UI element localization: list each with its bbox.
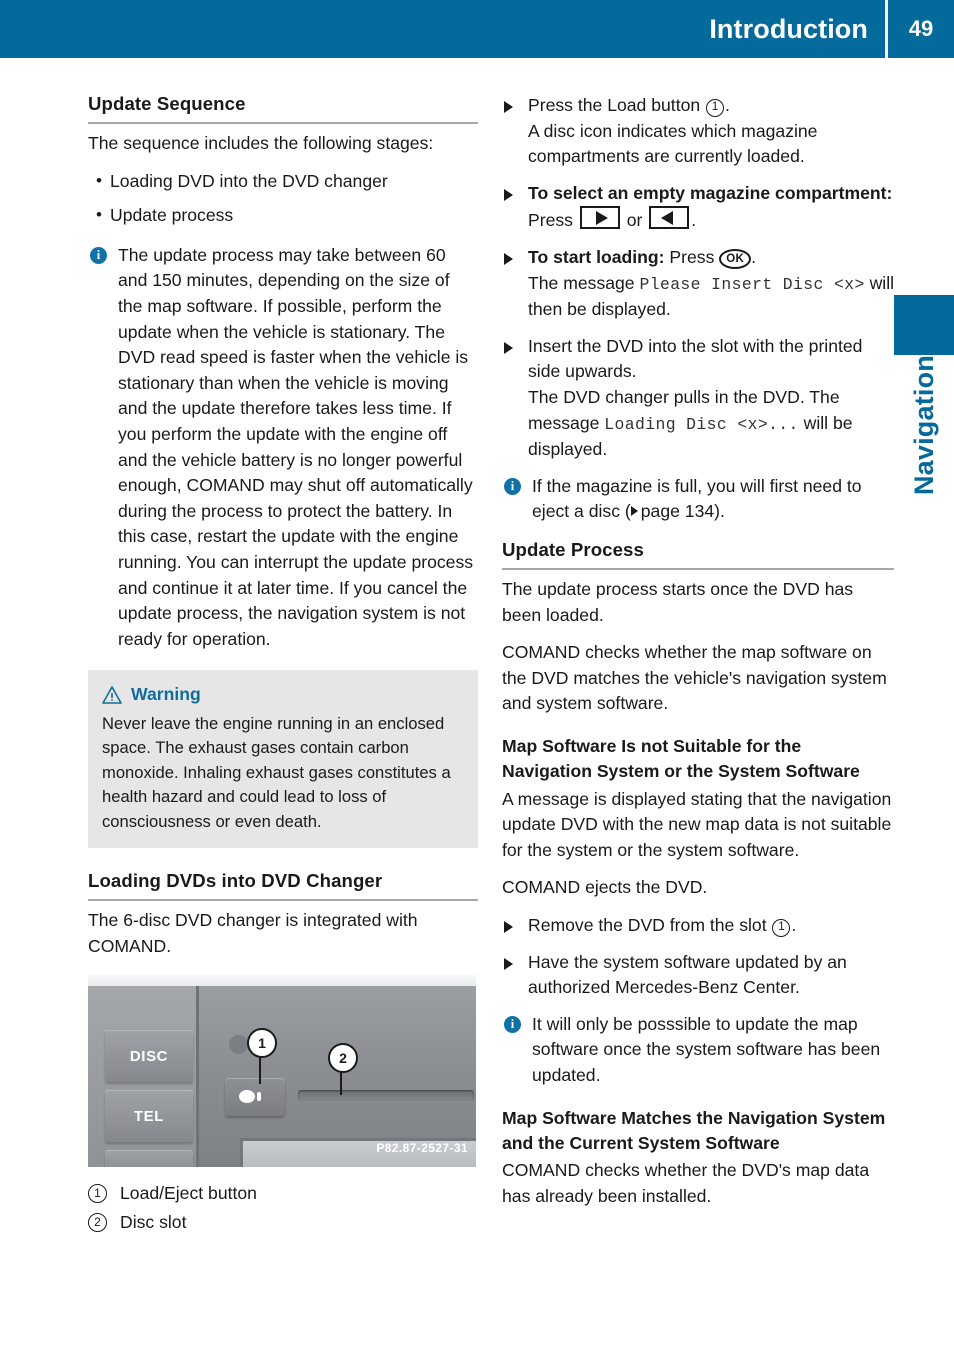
- page-number: 49: [908, 16, 934, 41]
- step-text: Have the system software updated by an a…: [528, 951, 847, 998]
- step-arrow-icon: [504, 188, 513, 201]
- step-text: Insert the DVD into the slot with the pr…: [528, 335, 863, 382]
- list-item: Loading DVD into the DVD changer: [88, 168, 478, 195]
- legend-label: Load/Eject button: [120, 1183, 257, 1204]
- step-bold-label: To start loading:: [528, 246, 665, 267]
- legend-item: 1 Load/Eject button: [88, 1180, 478, 1206]
- callout-ref-1: 1: [772, 919, 791, 938]
- step-insert-dvd: Insert the DVD into the slot with the pr…: [502, 334, 894, 463]
- ok-key-icon: OK: [719, 248, 752, 269]
- list-item: Update process: [88, 202, 478, 229]
- page-reference: page 134: [640, 501, 715, 522]
- chapter-thumb-tab: [894, 295, 954, 355]
- update-process-paragraph-1: The update process starts once the DVD h…: [502, 578, 854, 625]
- warning-title: Warning: [131, 684, 201, 705]
- info-icon: i: [90, 246, 107, 264]
- step-lead: Press the Load button: [528, 95, 706, 115]
- info-icon: i: [504, 1015, 521, 1033]
- left-arrow-key-icon: [649, 206, 690, 230]
- step-start-loading: To start loading: Press OK. The message …: [502, 245, 894, 323]
- matches-paragraph-1: COMAND checks whether the DVD's map data…: [502, 1160, 870, 1207]
- warning-body: Never leave the engine running in an enc…: [102, 713, 451, 831]
- step-before: Remove the DVD from the slot: [528, 915, 772, 936]
- not-suitable-paragraph-2: COMAND ejects the DVD.: [502, 877, 708, 898]
- left-column: Update Sequence The sequence includes th…: [88, 93, 478, 1238]
- figure-top-trim: [88, 975, 476, 987]
- extra-button: [105, 1150, 193, 1168]
- right-column: Press the Load button 1. A disc icon ind…: [502, 93, 894, 1210]
- display-message: Please Insert Disc <x>: [639, 274, 865, 294]
- step-detail: A disc icon indicates which magazine com…: [528, 120, 818, 167]
- page-header: Introduction 49: [0, 0, 954, 58]
- step-arrow-icon: [504, 341, 513, 354]
- step-after: .: [791, 915, 797, 936]
- right-arrow-key-icon: [579, 206, 620, 230]
- step-tail: .: [725, 95, 730, 115]
- callout-ref-1: 1: [706, 99, 725, 117]
- step-arrow-icon: [504, 921, 513, 934]
- step-end: .: [691, 210, 697, 231]
- tel-button: TEL: [105, 1090, 193, 1143]
- step-text: To select an empty magazine compartment:…: [528, 181, 894, 234]
- subheading-map-software-matches: Map Software Matches the Navigation Syst…: [502, 1107, 886, 1154]
- comand-unit-figure: DISC TEL 1 2 P82.87-2527-31: [88, 975, 476, 1168]
- info-icon: i: [504, 477, 521, 495]
- step-bold-label: To select an empty magazine compartment:: [528, 182, 893, 203]
- step-select-empty-compartment: To select an empty magazine compartment:…: [502, 181, 894, 234]
- step-arrow-icon: [504, 252, 513, 265]
- step-text: To start loading: Press OK.: [528, 245, 894, 271]
- legend-number: 2: [88, 1213, 107, 1233]
- legend-number: 1: [88, 1184, 107, 1204]
- step-or: or: [621, 210, 648, 231]
- step-before: Press: [664, 246, 720, 267]
- step-arrow-icon: [504, 101, 513, 113]
- page-reference-icon: [630, 506, 638, 517]
- figure-button-column: DISC TEL: [88, 986, 199, 1168]
- step-arrow-icon: [504, 957, 513, 970]
- warning-header: Warning: [102, 682, 464, 707]
- step-detail: The DVD changer pulls in the DVD. The me…: [528, 385, 894, 463]
- step-text: Press the Load button 1.: [528, 93, 894, 119]
- loading-paragraph: The 6-disc DVD changer is integrated wit…: [88, 910, 418, 956]
- display-message: Loading Disc <x>...: [604, 414, 799, 434]
- page-title: Introduction: [709, 13, 868, 44]
- info-note-text: If the magazine is full, you will first …: [532, 474, 894, 525]
- step-detail: The message Please Insert Disc <x> will …: [528, 271, 894, 323]
- info-note-text: The update process may take between 60 a…: [118, 244, 474, 649]
- section-heading-update-sequence: Update Sequence: [88, 93, 478, 124]
- legend-item: 2 Disc slot: [88, 1209, 478, 1235]
- intro-paragraph: The sequence includes the following stag…: [88, 133, 434, 153]
- chapter-thumb-text: Navigation: [908, 355, 939, 496]
- section-heading-update-process: Update Process: [502, 539, 894, 570]
- warning-triangle-icon: [102, 685, 122, 704]
- step-text: Remove the DVD from the slot 1.: [528, 913, 894, 939]
- eject-glyph-icon: [239, 1090, 261, 1104]
- step-update-system-software: Have the system software updated by an a…: [502, 950, 894, 1001]
- subheading-map-software-not-suitable: Map Software Is not Suitable for the Nav…: [502, 735, 860, 782]
- not-suitable-paragraph-1: A message is displayed stating that the …: [502, 788, 892, 860]
- info-note-text: It will only be posssible to update the …: [532, 1013, 881, 1086]
- message-intro: The message: [528, 272, 640, 293]
- load-eject-button-photo: [225, 1078, 285, 1117]
- section-heading-loading-dvds: Loading DVDs into DVD Changer: [88, 870, 478, 902]
- update-process-paragraph-2: COMAND checks whether the map software o…: [502, 642, 887, 714]
- disc-slot-photo: [298, 1090, 474, 1102]
- step-remove-dvd: Remove the DVD from the slot 1.: [502, 913, 894, 939]
- step-press-load-button: Press the Load button 1. A disc icon ind…: [502, 93, 894, 170]
- note-after: ).: [714, 501, 725, 522]
- figure-legend: 1 Load/Eject button 2 Disc slot: [88, 1180, 478, 1235]
- info-note-magazine-full: i If the magazine is full, you will firs…: [502, 474, 894, 525]
- disc-button: DISC: [105, 1030, 193, 1083]
- chapter-thumb-label: Navigation: [894, 355, 954, 575]
- step-before: Press: [528, 210, 578, 231]
- warning-box: Warning Never leave the engine running i…: [88, 670, 478, 849]
- figure-image-code: P82.87-2527-31: [376, 1140, 468, 1155]
- step-end: .: [751, 246, 757, 267]
- info-note-update-duration: i The update process may take between 60…: [88, 243, 478, 653]
- stages-bullet-list: Loading DVD into the DVD changer Update …: [88, 168, 478, 229]
- legend-label: Disc slot: [120, 1212, 187, 1233]
- info-note-update-possible: i It will only be posssible to update th…: [502, 1012, 894, 1089]
